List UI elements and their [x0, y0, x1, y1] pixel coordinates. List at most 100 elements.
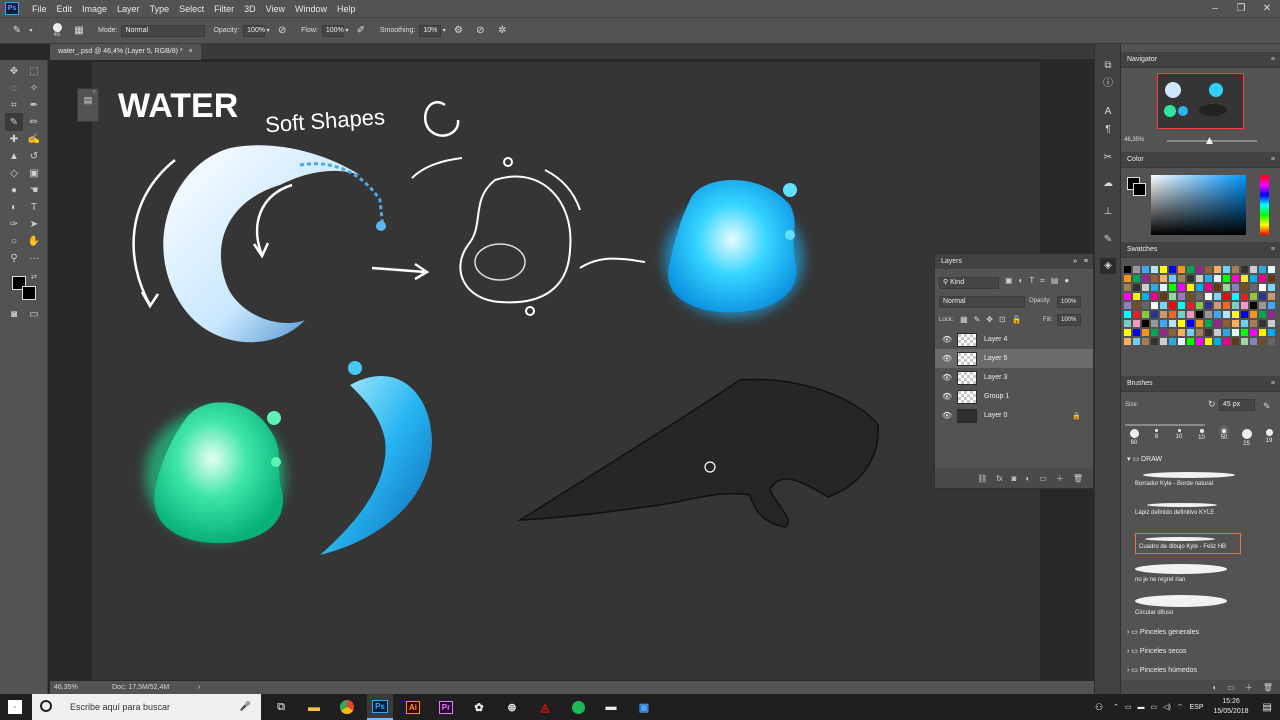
color-swatch[interactable] [1241, 329, 1248, 336]
brush-size-slider[interactable] [1125, 424, 1205, 426]
color-swatch[interactable] [1142, 338, 1149, 345]
panel-menu-icon[interactable]: ≡ [1271, 376, 1275, 392]
color-swatch[interactable] [1133, 284, 1140, 291]
app-icon[interactable]: ✿ [466, 694, 492, 720]
color-swatch[interactable] [1169, 329, 1176, 336]
color-swatch[interactable] [1214, 275, 1221, 282]
color-swatch[interactable] [1133, 266, 1140, 273]
color-swatch[interactable] [1178, 266, 1185, 273]
path-selection-icon[interactable]: ➤ [25, 215, 43, 233]
menu-view[interactable]: View [261, 4, 290, 14]
menu-3d[interactable]: 3D [239, 4, 261, 14]
layer-mask-icon[interactable]: ◙ [1012, 474, 1017, 483]
filter-adjust-icon[interactable]: ◐ [1019, 276, 1024, 286]
properties-icon[interactable]: ▤ [78, 95, 98, 106]
color-swatch[interactable] [1187, 284, 1194, 291]
mini-panel[interactable]: « ▤ [77, 88, 99, 122]
color-swatch[interactable] [1196, 338, 1203, 345]
color-swatch[interactable] [1124, 329, 1131, 336]
color-swatch[interactable] [1232, 302, 1239, 309]
color-swatch[interactable] [1187, 302, 1194, 309]
minimize-button[interactable]: – [1202, 0, 1228, 17]
blend-mode-select[interactable]: Normal [939, 296, 1025, 308]
color-swatch[interactable] [1124, 320, 1131, 327]
character-icon[interactable]: A [1100, 104, 1116, 120]
color-swatch[interactable] [1214, 293, 1221, 300]
color-swatch[interactable] [1178, 320, 1185, 327]
color-swatch[interactable] [1232, 329, 1239, 336]
language-indicator[interactable]: ESP [1189, 704, 1203, 711]
color-swatch[interactable] [1214, 284, 1221, 291]
swap-colors-icon[interactable]: ⇄ [31, 273, 37, 281]
color-swatch[interactable] [1187, 275, 1194, 282]
folder-icon[interactable]: ▬ [1138, 704, 1145, 711]
menu-file[interactable]: File [27, 4, 52, 14]
microphone-icon[interactable]: 🎤 [240, 701, 251, 712]
acrobat-icon[interactable]: ◬ [532, 694, 558, 720]
color-swatch[interactable] [1133, 275, 1140, 282]
filter-toggle-icon[interactable]: ● [1064, 276, 1069, 286]
color-swatch[interactable] [1160, 338, 1167, 345]
brush-tip[interactable]: 60 [1124, 429, 1144, 451]
brush-tool-icon[interactable]: ✎ [10, 24, 24, 38]
color-swatch[interactable] [1124, 293, 1131, 300]
panel-menu-icon[interactable]: ≡ [1271, 242, 1275, 258]
new-brush-icon[interactable]: ✎ [1263, 401, 1271, 412]
color-swatch[interactable] [1214, 266, 1221, 273]
new-group-icon[interactable]: ▭ [1227, 683, 1235, 692]
menu-edit[interactable]: Edit [52, 4, 78, 14]
menu-type[interactable]: Type [145, 4, 175, 14]
marquee-tool-icon[interactable]: ⬚ [25, 62, 43, 80]
brush-preset[interactable]: Lápiz definido definitivo KYLE [1135, 503, 1255, 516]
eye-icon[interactable]: 👁 [941, 335, 953, 344]
color-swatch[interactable] [1160, 329, 1167, 336]
color-field[interactable] [1151, 175, 1246, 235]
crop-tool-icon[interactable]: ⌗ [5, 96, 23, 114]
color-swatch[interactable] [1133, 293, 1140, 300]
eye-icon[interactable]: 👁 [941, 373, 953, 382]
brush-preset[interactable]: Borrador Kyle - Borde natural [1135, 472, 1255, 487]
adjustments-icon[interactable]: ⊥ [1100, 204, 1116, 220]
color-swatch[interactable] [1250, 293, 1257, 300]
color-swatch[interactable] [1160, 311, 1167, 318]
smudge-tool-icon[interactable]: ☚ [25, 181, 43, 199]
color-swatch[interactable] [1151, 266, 1158, 273]
lock-artboard-icon[interactable]: ⊡ [999, 315, 1006, 324]
color-swatch[interactable] [1160, 275, 1167, 282]
lock-transparent-icon[interactable]: ▦ [960, 315, 968, 324]
adjustment-layer-icon[interactable]: ◐ [1025, 474, 1030, 483]
hue-slider[interactable] [1260, 175, 1269, 235]
color-swatch[interactable] [1223, 329, 1230, 336]
history-icon[interactable]: ⧉ [1100, 58, 1116, 74]
clock[interactable]: 15:26 15/05/2018 [1214, 697, 1249, 717]
navigator-zoom[interactable]: 46,35% [1124, 137, 1144, 143]
history-brush-icon[interactable]: ↺ [25, 147, 43, 165]
taskbar-search[interactable]: Escribe aquí para buscar 🎤 [32, 694, 261, 720]
file-explorer-icon[interactable]: ▬ [301, 694, 327, 720]
brush-folder[interactable]: › ▭ Pinceles generales [1127, 628, 1199, 636]
menu-help[interactable]: Help [332, 4, 361, 14]
color-swatch[interactable] [1232, 293, 1239, 300]
color-swatch[interactable] [1205, 293, 1212, 300]
layers-header[interactable]: Layers » ≡ [935, 254, 1093, 269]
color-swatch[interactable] [1133, 320, 1140, 327]
color-swatch[interactable] [1124, 266, 1131, 273]
color-swatch[interactable] [1259, 320, 1266, 327]
color-swatch[interactable] [1223, 293, 1230, 300]
volume-icon[interactable]: ◁) [1163, 703, 1171, 711]
gradient-tool-icon[interactable]: ▣ [25, 164, 43, 182]
color-swatch[interactable] [1151, 329, 1158, 336]
color-swatch[interactable] [1142, 275, 1149, 282]
color-swatch[interactable] [1241, 338, 1248, 345]
chevron-down-icon[interactable]: ▾ [441, 24, 447, 38]
color-swatch[interactable] [1169, 320, 1176, 327]
color-swatch[interactable] [1214, 311, 1221, 318]
brush-settings-icon[interactable]: ▦ [72, 24, 86, 38]
color-swatch[interactable] [1268, 320, 1275, 327]
color-swatch[interactable] [1133, 302, 1140, 309]
color-swatch[interactable] [1259, 338, 1266, 345]
brush-preset-picker[interactable]: 45 [46, 20, 68, 42]
brush-preset[interactable]: Circular difuso [1135, 595, 1255, 616]
color-swatch[interactable] [1151, 275, 1158, 282]
color-swatch[interactable] [1205, 311, 1212, 318]
